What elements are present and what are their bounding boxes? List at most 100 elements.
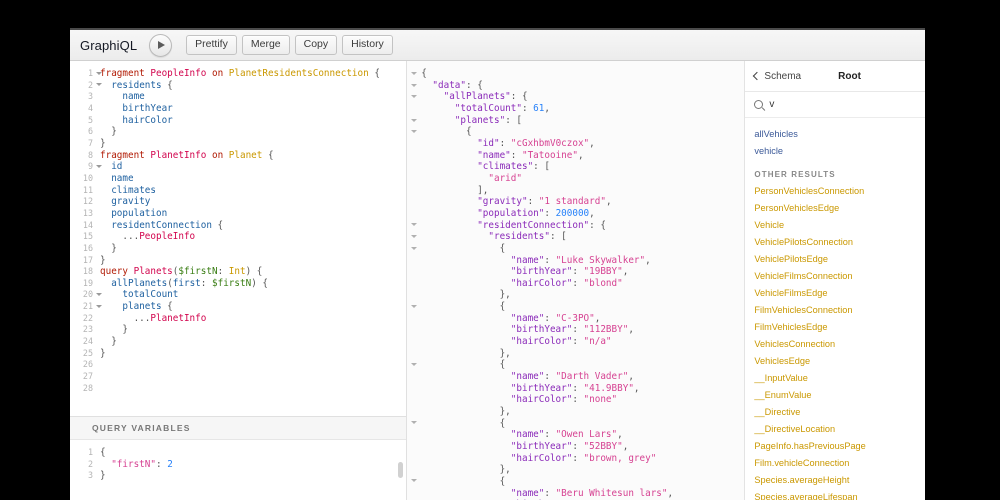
result-line-gutter (407, 417, 421, 429)
doc-other-result-item[interactable]: Film.vehicleConnection (754, 455, 925, 472)
doc-other-result-item[interactable]: PersonVehiclesEdge (754, 200, 925, 217)
line-number: 3 (87, 91, 93, 102)
doc-other-result-item[interactable]: Vehicle (754, 217, 925, 234)
result-line: { (421, 301, 506, 313)
query-gutter: 1 2 3 4 5 6 7 8 9 10 11 12 13 14 15 16 17 18 19 20 21 22 23 24 2… (70, 61, 102, 394)
code-line: } (100, 254, 106, 266)
fold-triangle-icon[interactable] (411, 83, 418, 87)
line-number: 10 (82, 172, 93, 183)
result-code: { "data": { "allPlanets": { "totalCount"… (421, 61, 673, 500)
result-line-gutter (407, 68, 421, 80)
query-variables-header[interactable]: QUERY VARIABLES (70, 416, 407, 440)
toolbar-button-prettify[interactable]: Prettify (186, 35, 237, 55)
doc-other-result-item[interactable]: PageInfo.hasPreviousPage (754, 438, 925, 455)
fold-triangle-icon[interactable] (411, 363, 418, 367)
line-number: 21 (70, 301, 102, 313)
query-variables-title: QUERY VARIABLES (92, 423, 191, 433)
result-line-gutter (407, 429, 421, 441)
variables-scrollbar[interactable] (398, 462, 404, 478)
result-line: "name": "Darth Vader", (421, 371, 634, 383)
code-line: gravity (111, 196, 151, 208)
result-line: "residentConnection": { (421, 219, 606, 231)
result-line: "population": 200000, (421, 207, 595, 219)
doc-other-result-item[interactable]: __InputValue (754, 370, 925, 387)
doc-other-result-item[interactable]: Species.averageLifespan (754, 489, 925, 500)
result-line: "birthYear": "19BBY", (421, 266, 629, 278)
result-line: }, (421, 406, 511, 418)
result-line: "planets": [ (421, 114, 522, 126)
doc-other-result-item[interactable]: VehiclePilotsEdge (754, 251, 925, 268)
doc-search-row[interactable]: v (745, 92, 925, 118)
code-line: totalCount (122, 289, 179, 301)
result-line: "hairColor": "none" (421, 394, 618, 406)
doc-result-item[interactable]: vehicle (754, 143, 925, 160)
doc-other-result-item[interactable]: VehiclesConnection (754, 336, 925, 353)
doc-primary-results: allVehicles vehicle (754, 126, 925, 160)
line-number: 22 (82, 312, 93, 323)
doc-other-result-item[interactable]: __EnumValue (754, 387, 925, 404)
fold-triangle-icon[interactable] (411, 421, 418, 425)
fold-triangle-icon[interactable] (411, 246, 418, 250)
query-editor[interactable]: 1 2 3 4 5 6 7 8 9 10 11 12 13 14 15 16 17 18 19 20 21 22 23 24 2… (70, 61, 407, 416)
execute-query-button[interactable] (149, 33, 173, 57)
doc-other-result-item[interactable]: FilmVehiclesEdge (754, 319, 925, 336)
result-viewer[interactable]: { "data": { "allPlanets": { "totalCount"… (407, 61, 746, 500)
query-code[interactable]: fragment PeopleInfo on PlanetResidentsCo… (100, 61, 380, 359)
result-line-gutter (407, 243, 421, 255)
doc-other-result-item[interactable]: VehiclePilotsConnection (754, 234, 925, 251)
code-line: ...PeopleInfo (100, 231, 196, 243)
doc-other-result-item[interactable]: VehicleFilmsConnection (754, 268, 925, 285)
doc-result-item[interactable]: allVehicles (754, 126, 925, 143)
fold-triangle-icon[interactable] (411, 479, 418, 483)
line-number: 13 (82, 207, 93, 218)
result-line: "hairColor": "brown, grey" (421, 452, 657, 464)
chevron-left-icon (753, 71, 762, 81)
graphiql-window: GraphiQL Prettify Merge Copy History 123456… (70, 28, 925, 500)
fold-triangle-icon[interactable] (411, 234, 418, 238)
result-line-gutter (407, 464, 421, 476)
fold-triangle-icon[interactable] (411, 223, 418, 227)
result-line-gutter (407, 394, 421, 406)
result-line: "name": "Luke Skywalker", (421, 254, 651, 266)
code-line: } (100, 336, 117, 348)
result-line: { (421, 417, 506, 429)
query-variables-editor[interactable]: 123 { "firstN": 2} (70, 440, 407, 500)
code-line: fragment PlanetInfo on Planet { (100, 149, 274, 161)
doc-other-result-item[interactable]: PersonVehiclesConnection (754, 183, 925, 200)
toolbar-button-merge[interactable]: Merge (241, 35, 290, 55)
result-line-gutter (407, 254, 421, 266)
doc-other-result-item[interactable]: __Directive (754, 404, 925, 421)
result-line-gutter (407, 231, 421, 243)
code-line: } (100, 137, 106, 149)
fold-triangle-icon[interactable] (411, 95, 418, 99)
doc-other-result-item[interactable]: __DirectiveLocation (754, 421, 925, 438)
line-number: 12 (82, 196, 93, 207)
result-line: }, (421, 464, 511, 476)
code-line: { (100, 447, 106, 458)
doc-back-button[interactable]: Schema (753, 71, 801, 82)
fold-triangle-icon[interactable] (411, 118, 418, 122)
doc-other-result-item[interactable]: Species.averageHeight (754, 472, 925, 489)
fold-triangle-icon[interactable] (411, 72, 418, 75)
code-line: } (100, 126, 117, 138)
toolbar-button-history[interactable]: History (342, 35, 393, 55)
line-number: 28 (82, 382, 93, 393)
fold-triangle-icon[interactable] (411, 304, 418, 308)
variables-code[interactable]: { "firstN": 2} (100, 440, 173, 482)
toolbar-button-copy[interactable]: Copy (294, 35, 338, 55)
result-line: { (421, 242, 506, 254)
doc-explorer-title: Root (838, 70, 861, 82)
doc-other-result-item[interactable]: FilmVehiclesConnection (754, 302, 925, 319)
result-line: "id": "cGxhbmV0czox", (421, 137, 595, 149)
result-line: "hairColor": "blond" (421, 277, 623, 289)
app-logo: GraphiQL (80, 37, 138, 53)
result-line: { (421, 475, 506, 487)
doc-other-result-item[interactable]: VehiclesEdge (754, 353, 925, 370)
fold-triangle-icon[interactable] (411, 130, 418, 134)
result-line-gutter (407, 149, 421, 161)
doc-search-input[interactable]: v (769, 99, 774, 110)
play-icon (158, 41, 166, 49)
doc-other-result-item[interactable]: VehicleFilmsEdge (754, 285, 925, 302)
result-line: }, (421, 289, 511, 301)
code-line: } (100, 470, 106, 482)
